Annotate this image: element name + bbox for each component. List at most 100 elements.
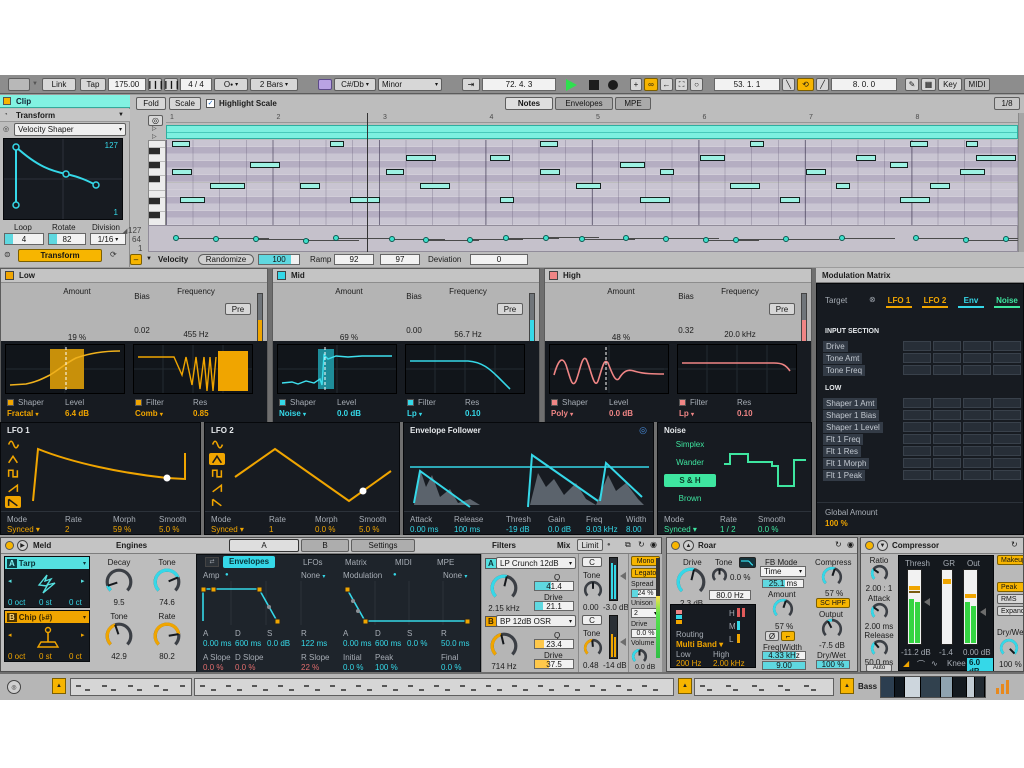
filter-b-q-field[interactable]: 23.4 — [534, 639, 574, 649]
save-preset-icon[interactable]: ◉ — [650, 540, 657, 549]
midi-note[interactable] — [300, 183, 320, 189]
engine-b-header[interactable]: B Chip (♭#) ▾ — [5, 611, 89, 623]
roar-drywet-field[interactable]: 100 % — [816, 660, 850, 669]
noise-type-brown[interactable]: Brown — [664, 492, 716, 505]
velocity-marker[interactable] — [783, 236, 789, 242]
matrix-cell[interactable] — [903, 446, 931, 456]
piano-keys[interactable] — [148, 140, 166, 225]
shaper-display[interactable] — [5, 344, 125, 394]
adsr-value[interactable]: 50.0 ms — [441, 639, 469, 648]
engine-b-prev-icon[interactable]: ◂ — [8, 631, 12, 639]
velocity-marker[interactable] — [963, 237, 969, 243]
comp-drywet-value[interactable]: 100 % — [999, 660, 1022, 669]
piano-key[interactable] — [149, 198, 160, 205]
velocity-lane[interactable] — [148, 225, 1018, 252]
high-split-value[interactable]: 2.00 kHz — [713, 659, 745, 668]
engine-b-knob2[interactable] — [153, 622, 181, 650]
lfo2-mode-value[interactable]: Synced ▾ — [211, 525, 244, 534]
mix-a-pan-button[interactable]: C — [582, 557, 602, 567]
subtab-envelopes[interactable]: Envelopes — [223, 556, 275, 568]
thresh-handle[interactable] — [924, 598, 930, 606]
metronome-button[interactable]: O●▾ — [214, 78, 248, 91]
tempo-field[interactable]: 175.00 — [108, 78, 146, 91]
fb-width-field[interactable]: 9.00 — [762, 661, 806, 670]
tab-a[interactable]: A — [229, 539, 299, 552]
filter-display[interactable] — [677, 344, 797, 394]
env-extra-value[interactable]: 0.0 % — [441, 663, 461, 672]
engine-a-next-icon[interactable]: ▸ — [81, 577, 85, 585]
device-on-button[interactable] — [671, 541, 680, 550]
res-value[interactable]: 0.10 — [465, 409, 481, 418]
engine-b-next-icon[interactable]: ▸ — [81, 631, 85, 639]
band-header[interactable]: Mid — [273, 269, 539, 283]
attack-knob[interactable] — [870, 602, 889, 621]
shaper-display[interactable] — [549, 344, 669, 394]
session-overdub-icon[interactable]: ∞ — [644, 78, 658, 91]
lfo-wave-triangle-icon[interactable] — [5, 453, 21, 465]
noise-smooth-value[interactable]: 0.0 % — [758, 525, 778, 534]
lfo-wave-rampdown-icon[interactable] — [5, 496, 21, 508]
fold-button[interactable]: Fold — [136, 97, 166, 110]
engine-b-knob1-value[interactable]: 42.9 — [97, 652, 141, 661]
midi-note[interactable] — [966, 141, 978, 147]
matrix-cell[interactable] — [903, 353, 931, 363]
lfo2-rate-value[interactable]: 1 — [269, 525, 273, 534]
bias-value[interactable]: 0.02 — [125, 326, 159, 335]
matrix-cell[interactable] — [933, 434, 961, 444]
velocity-marker[interactable] — [389, 236, 395, 242]
midi-note[interactable] — [490, 155, 510, 161]
matrix-cell[interactable] — [903, 422, 931, 432]
routing-value[interactable]: Multi Band ▾ — [676, 640, 723, 649]
mod-route[interactable]: None ▾ — [443, 571, 467, 580]
adsr-value[interactable]: 0.0 % — [407, 639, 427, 648]
preview-play-icon[interactable]: ▶ — [17, 540, 28, 551]
target-icon[interactable]: ◎ — [639, 425, 647, 436]
mix-b-level-handle[interactable] — [620, 638, 626, 646]
piano-key[interactable] — [149, 176, 160, 183]
attack-value[interactable]: 2.00 ms — [861, 622, 897, 631]
low-split-value[interactable]: 200 Hz — [676, 659, 701, 668]
filter-a-drive-field[interactable]: 21.1 — [534, 601, 574, 611]
matrix-cell[interactable] — [903, 398, 931, 408]
velocity-marker[interactable] — [733, 237, 739, 243]
browser-toggle[interactable] — [8, 78, 30, 91]
amp-route[interactable]: None ▾ — [301, 571, 325, 580]
preview-icon[interactable]: ◎ — [3, 125, 9, 133]
band-enable-checkbox[interactable] — [5, 271, 14, 280]
randomize-button[interactable]: Randomize — [198, 254, 254, 265]
matrix-cell[interactable] — [933, 458, 961, 468]
matrix-cell[interactable] — [933, 410, 961, 420]
lfo2-waveform[interactable] — [231, 437, 395, 511]
transform-apply-button[interactable]: Transform — [18, 249, 102, 262]
scale-name-select[interactable]: Minor▾ — [378, 78, 442, 91]
matrix-cell[interactable] — [993, 434, 1021, 444]
matrix-cell[interactable] — [963, 341, 991, 351]
midi-note[interactable] — [660, 169, 674, 175]
matrix-cell[interactable] — [963, 446, 991, 456]
velocity-marker[interactable] — [467, 237, 473, 243]
adsr-value[interactable]: 122 ms — [301, 639, 327, 648]
midi-note[interactable] — [350, 197, 380, 203]
amp-envelope-display[interactable] — [201, 581, 335, 625]
roar-drive-knob[interactable] — [676, 567, 706, 597]
matrix-cell[interactable] — [903, 365, 931, 375]
mix-b-tone-knob[interactable] — [583, 638, 603, 658]
matrix-target-lfo2[interactable]: LFO 2 — [919, 296, 951, 305]
fb-amount-value[interactable]: 57 % — [775, 622, 793, 631]
envf-param-value[interactable]: 0.00 ms — [410, 525, 438, 534]
engine-a-ct[interactable]: 0 ct — [69, 598, 82, 607]
track-name[interactable]: Bass — [858, 682, 877, 691]
frequency-value[interactable]: 455 Hz — [167, 330, 225, 339]
filter-a-freq-value[interactable]: 2.15 kHz — [482, 604, 526, 613]
mix-b-pan-button[interactable]: C — [582, 615, 602, 625]
device-thumbnail[interactable] — [967, 677, 975, 697]
ratio-value[interactable]: 2.00 : 1 — [861, 584, 897, 593]
filter-type-select[interactable]: Lp ▾ — [407, 409, 422, 418]
ramp-from-field[interactable]: 92 — [334, 254, 374, 265]
velocity-marker[interactable] — [213, 236, 219, 242]
noise-waveform[interactable] — [720, 438, 808, 510]
beat-ruler[interactable]: 12345678 — [166, 113, 1018, 123]
shaper-type-select[interactable]: Noise ▾ — [279, 409, 306, 418]
midi-note[interactable] — [386, 169, 404, 175]
lfo-wave-sine-icon[interactable] — [209, 438, 225, 450]
